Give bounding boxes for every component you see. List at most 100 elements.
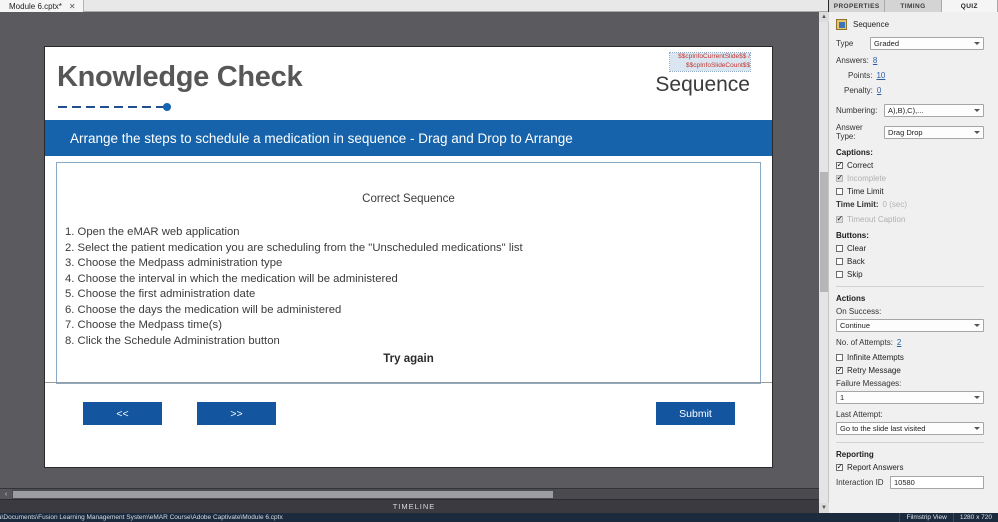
interaction-id-label: Interaction ID: [836, 478, 884, 487]
checkbox-icon: [836, 213, 843, 224]
list-item[interactable]: 3. Choose the Medpass administration typ…: [65, 256, 760, 272]
divider-dot-icon: [163, 103, 171, 111]
penalty-label: Penalty:: [844, 86, 873, 95]
scroll-left-icon[interactable]: ‹: [0, 488, 12, 500]
previous-button[interactable]: <<: [83, 402, 162, 425]
status-bar: a\Documents\Fusion Learning Management S…: [0, 513, 998, 522]
dashed-divider: [58, 106, 168, 108]
list-item[interactable]: 1. Open the eMAR web application: [65, 225, 760, 241]
feedback-caption[interactable]: Try again: [45, 353, 772, 365]
timeline-label: TIMELINE: [392, 502, 436, 511]
answers-label: Answers:: [836, 56, 869, 65]
answer-heading: Correct Sequence: [362, 193, 455, 205]
stage-horizontal-scrollbar[interactable]: ‹: [0, 488, 828, 500]
quiz-properties-body: ▲ ▼ Sequence Type Graded Answers: 8 Poin…: [819, 12, 991, 513]
slide-header: Knowledge Check Sequence $$cpInfoCurrent…: [45, 47, 772, 119]
reporting-section-title: Reporting: [836, 450, 874, 459]
answer-type-label: Answer Type:: [836, 123, 863, 141]
infinite-attempts-checkbox[interactable]: Infinite Attempts: [836, 353, 984, 362]
caption-incomplete-checkbox: Incomplete: [836, 172, 984, 183]
slide-counter-variable[interactable]: $$cpInfoCurrentSlide$$ / $$cpInfoSlideCo…: [669, 52, 751, 72]
button-clear-checkbox[interactable]: Clear: [836, 244, 984, 253]
scroll-down-icon[interactable]: ▼: [819, 503, 829, 513]
scroll-thumb[interactable]: [13, 490, 553, 498]
button-back-label: Back: [847, 257, 865, 266]
slide-stage[interactable]: Knowledge Check Sequence $$cpInfoCurrent…: [0, 12, 828, 488]
sequence-question-icon: [836, 19, 847, 30]
slide-canvas[interactable]: Knowledge Check Sequence $$cpInfoCurrent…: [45, 47, 772, 467]
caption-correct-checkbox[interactable]: Correct: [836, 159, 984, 170]
type-select[interactable]: Graded: [870, 37, 984, 50]
checkbox-icon: [836, 245, 843, 252]
answer-type-row: Answer Type: Drag Drop: [836, 123, 984, 141]
answer-type-select[interactable]: Drag Drop: [884, 125, 984, 139]
attempts-value[interactable]: 2: [897, 338, 901, 347]
slide-counter-line2: $$cpInfoSlideCount$$: [686, 61, 750, 69]
scroll-up-icon[interactable]: ▲: [819, 12, 829, 22]
submit-button[interactable]: Submit: [656, 402, 735, 425]
time-limit-row: Time Limit: 0 (sec): [836, 200, 984, 209]
on-success-select[interactable]: Continue: [836, 319, 984, 332]
list-item[interactable]: 7. Choose the Medpass time(s): [65, 318, 760, 334]
checkbox-icon: [836, 172, 843, 183]
infinite-attempts-label: Infinite Attempts: [847, 353, 904, 362]
tab-properties[interactable]: PROPERTIES: [829, 0, 886, 12]
checkbox-icon: [836, 271, 843, 278]
answer-area[interactable]: Correct Sequence 1. Open the eMAR web ap…: [56, 162, 761, 384]
button-skip-checkbox[interactable]: Skip: [836, 270, 984, 279]
slide-dimensions: 1280 x 720: [952, 513, 998, 522]
retry-message-checkbox[interactable]: Retry Message: [836, 364, 984, 375]
on-success-label: On Success:: [836, 307, 882, 316]
list-item[interactable]: 2. Select the patient medication you are…: [65, 241, 760, 257]
next-button[interactable]: >>: [197, 402, 276, 425]
timeline-panel-header[interactable]: TIMELINE: [0, 499, 828, 513]
section-divider: [836, 442, 984, 443]
list-item[interactable]: 8. Click the Schedule Administration but…: [65, 334, 760, 350]
list-item[interactable]: 6. Choose the days the medication will b…: [65, 303, 760, 319]
caption-correct-label: Correct: [847, 161, 874, 170]
section-title: Sequence: [655, 73, 750, 96]
time-limit-value: 0 (sec): [882, 200, 907, 209]
list-item[interactable]: 5. Choose the first administration date: [65, 287, 760, 303]
points-label: Points:: [848, 71, 873, 80]
tab-timing[interactable]: TIMING: [885, 0, 942, 12]
caption-incomplete-label: Incomplete: [847, 174, 887, 183]
list-item[interactable]: 4. Choose the interval in which the medi…: [65, 272, 760, 288]
penalty-row: Penalty: 0: [836, 86, 984, 95]
points-value[interactable]: 10: [876, 71, 885, 80]
timeout-caption-checkbox: Timeout Caption: [836, 213, 984, 224]
last-attempt-label: Last Attempt:: [836, 410, 883, 419]
penalty-value[interactable]: 0: [877, 86, 881, 95]
type-row: Type Graded: [836, 37, 984, 50]
sequence-step-list[interactable]: 1. Open the eMAR web application 2. Sele…: [57, 225, 760, 349]
panel-vertical-scrollbar[interactable]: ▲ ▼: [819, 12, 829, 513]
selected-object-label: Sequence: [853, 20, 890, 29]
interaction-id-input[interactable]: 10580: [890, 476, 984, 489]
caption-timelimit-label: Time Limit: [847, 187, 884, 196]
actions-section-title: Actions: [836, 294, 866, 303]
interaction-id-row: Interaction ID 10580: [836, 476, 984, 489]
failure-messages-select[interactable]: 1: [836, 391, 984, 404]
time-limit-label: Time Limit:: [836, 200, 879, 209]
numbering-select[interactable]: A),B),C),...: [884, 104, 984, 117]
document-tab-module6[interactable]: Module 6.cptx* ✕: [0, 0, 84, 12]
answers-value[interactable]: 8: [873, 56, 877, 65]
properties-panel: PROPERTIES TIMING QUIZ ▲ ▼ Sequence Type…: [819, 0, 998, 513]
view-mode-button[interactable]: Filmstrip View: [899, 513, 952, 522]
checkbox-icon: [836, 159, 843, 170]
caption-timelimit-checkbox[interactable]: Time Limit: [836, 187, 984, 196]
button-back-checkbox[interactable]: Back: [836, 257, 984, 266]
last-attempt-select[interactable]: Go to the slide last visited: [836, 422, 984, 435]
buttons-section-title: Buttons:: [836, 231, 869, 240]
report-answers-checkbox[interactable]: Report Answers: [836, 461, 984, 472]
close-icon[interactable]: ✕: [69, 2, 76, 11]
type-label: Type: [836, 39, 854, 48]
question-prompt-text: Arrange the steps to schedule a medicati…: [70, 130, 573, 146]
document-tab-strip: Module 6.cptx* ✕: [0, 0, 828, 12]
report-answers-label: Report Answers: [847, 463, 904, 472]
attempts-row: No. of Attempts: 2: [836, 338, 984, 347]
panel-scroll-thumb[interactable]: [820, 172, 828, 292]
tab-quiz[interactable]: QUIZ: [941, 0, 998, 12]
captions-section-title: Captions:: [836, 148, 873, 157]
document-path: a\Documents\Fusion Learning Management S…: [0, 514, 283, 521]
